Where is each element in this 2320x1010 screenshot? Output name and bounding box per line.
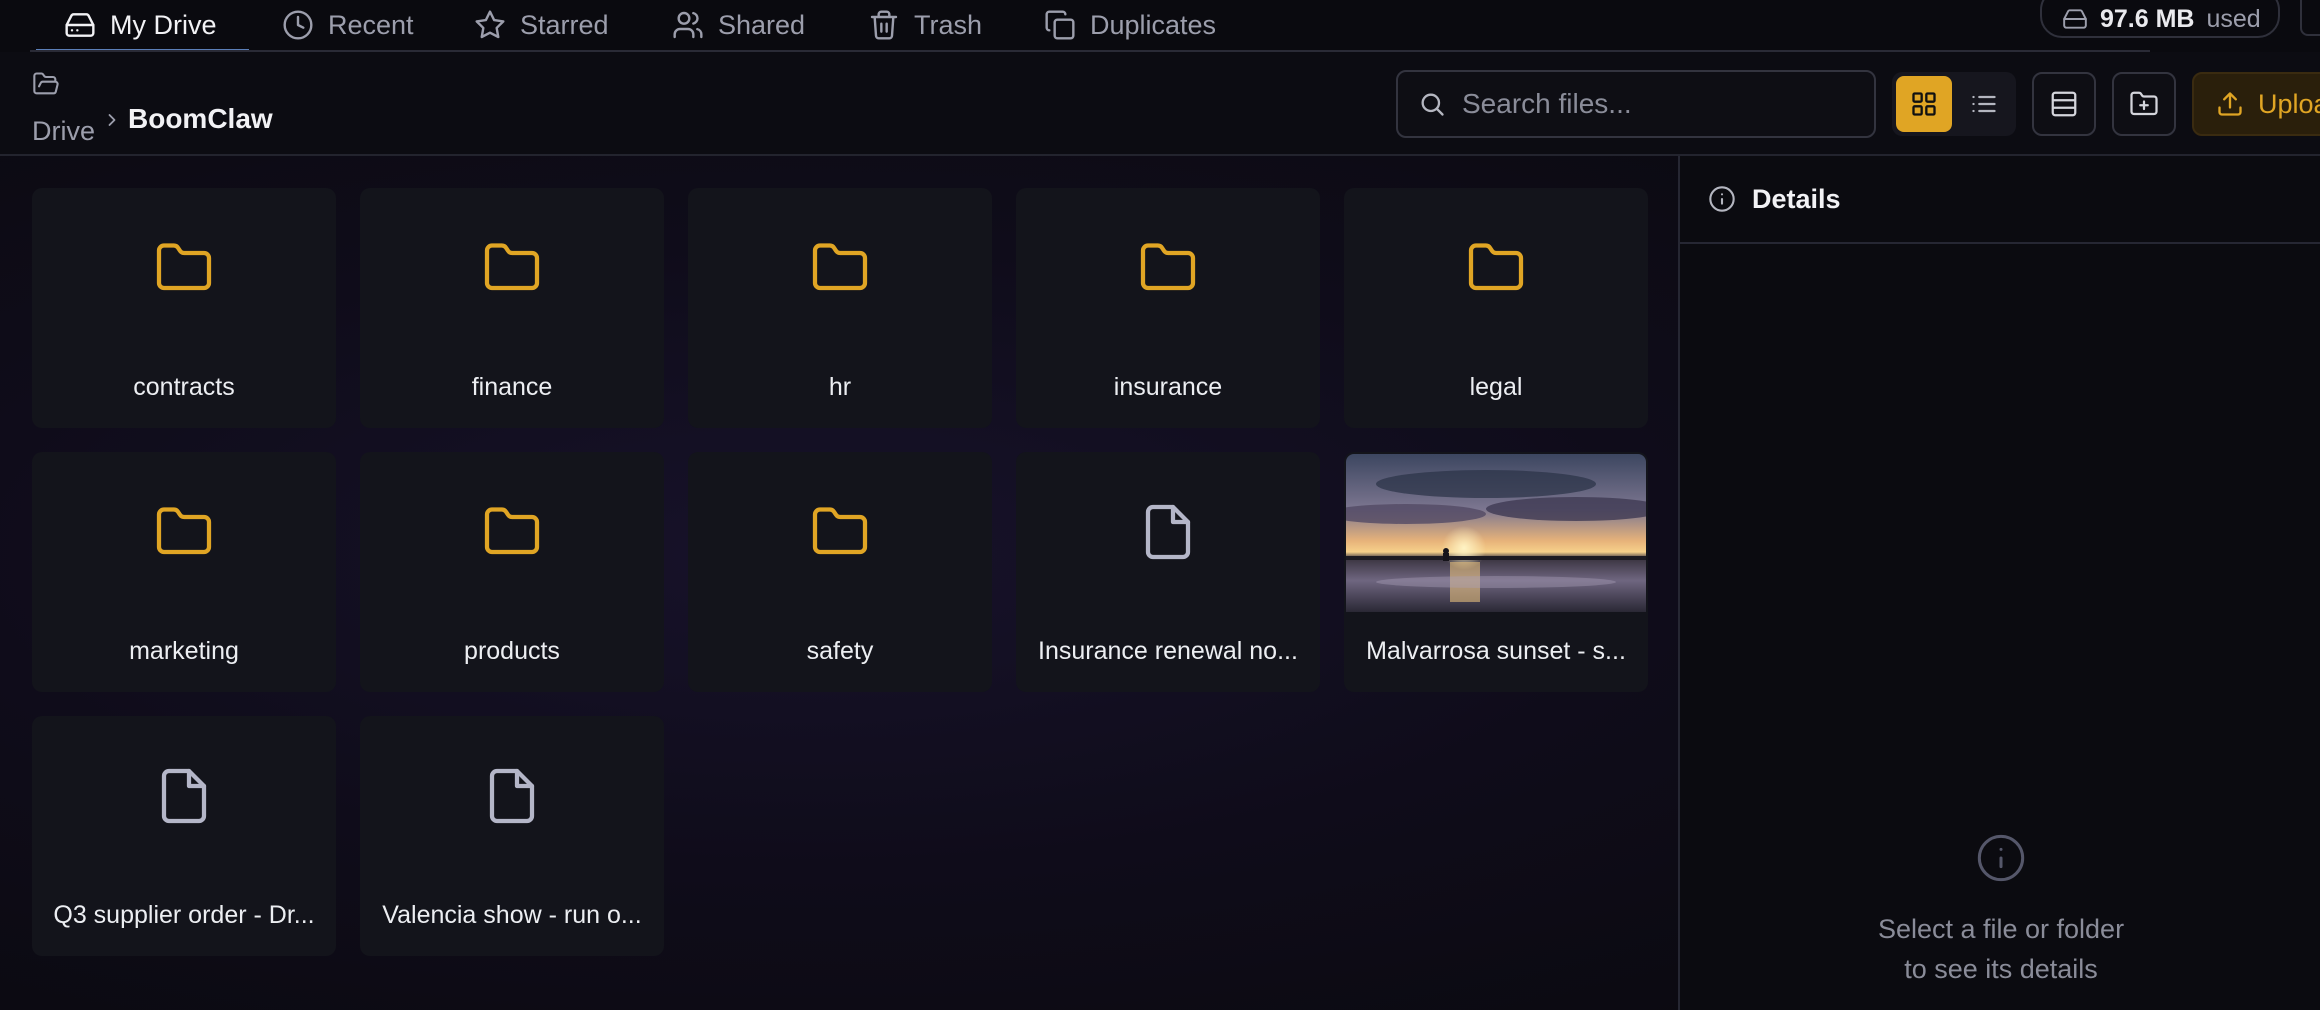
folder-icon: [484, 243, 540, 291]
copy-icon: [1045, 10, 1075, 40]
folder-card[interactable]: products: [360, 452, 664, 692]
star-icon: [475, 10, 505, 39]
folder-icon: [812, 243, 868, 291]
toggle-details-button[interactable]: [2032, 72, 2096, 136]
breadcrumb-current: BoomClaw: [128, 103, 273, 134]
item-name: Q3 supplier order - Dr...: [53, 901, 315, 929]
file-card[interactable]: Malvarrosa sunset - s...: [1344, 452, 1648, 692]
empty-message-line-1: Select a file or folder: [1877, 914, 2125, 944]
tab-label: Trash: [914, 9, 983, 40]
folder-icon: [484, 507, 540, 555]
details-title: Details: [1752, 183, 1841, 214]
folder-open-icon: [33, 72, 59, 95]
file-icon: [1145, 504, 1191, 560]
item-name: Insurance renewal no...: [1038, 637, 1298, 665]
file-card[interactable]: Insurance renewal no...: [1016, 452, 1320, 692]
info-icon: [1977, 834, 2025, 882]
upload-button[interactable]: Upload: [2192, 72, 2320, 136]
tab-trash[interactable]: Trash: [868, 0, 982, 50]
breadcrumb-drive-link[interactable]: Drive: [32, 116, 95, 147]
account-button[interactable]: [2300, 0, 2320, 36]
hard-drive-icon: [65, 13, 95, 37]
item-name: products: [464, 637, 560, 665]
upload-label: Upload: [2258, 88, 2320, 119]
trash-icon: [870, 10, 898, 40]
folder-card[interactable]: finance: [360, 188, 664, 428]
folder-icon: [156, 243, 212, 291]
folder-icon: [156, 507, 212, 555]
item-name: Malvarrosa sunset - s...: [1366, 637, 1626, 665]
folder-icon: [1140, 243, 1196, 291]
details-panel: Details Select a file or folder to see i…: [1678, 156, 2320, 1010]
item-name: insurance: [1113, 373, 1223, 401]
folder-card[interactable]: insurance: [1016, 188, 1320, 428]
file-card[interactable]: Q3 supplier order - Dr...: [32, 716, 336, 956]
tab-duplicates[interactable]: Duplicates: [1044, 0, 1216, 50]
clock-icon: [283, 10, 313, 40]
folder-card[interactable]: marketing: [32, 452, 336, 692]
storage-usage-badge[interactable]: 97.6 MB used: [2040, 0, 2280, 38]
empty-message-line-2: to see its details: [1904, 954, 2098, 984]
item-name: legal: [1469, 373, 1523, 401]
hard-drive-icon: [2063, 9, 2087, 29]
item-name: safety: [806, 637, 874, 665]
top-nav: My Drive Recent Starred Shared Trash Dup…: [0, 0, 2320, 52]
list-icon: [1972, 95, 1996, 113]
details-empty-state: Select a file or folder to see its detai…: [1680, 832, 2320, 989]
search-icon: [1421, 93, 1444, 116]
item-name: contracts: [133, 373, 235, 401]
tab-shared[interactable]: Shared: [672, 0, 805, 50]
tab-recent[interactable]: Recent: [282, 0, 414, 50]
search-input[interactable]: [1462, 88, 1862, 120]
folder-card[interactable]: contracts: [32, 188, 336, 428]
tab-label: Recent: [328, 9, 414, 40]
tab-label: Starred: [520, 9, 609, 40]
chevron-right-icon: [108, 114, 116, 126]
tab-label: My Drive: [110, 9, 217, 40]
file-icon: [161, 768, 207, 824]
view-mode-toggle: [1892, 72, 2016, 136]
users-icon: [673, 11, 703, 39]
panel-icon: [2051, 91, 2077, 117]
search-box[interactable]: [1396, 70, 1876, 138]
file-icon: [489, 768, 535, 824]
drive-app: My Drive Recent Starred Shared Trash Dup…: [0, 0, 2320, 1010]
details-header: Details: [1680, 156, 2320, 244]
item-name: marketing: [129, 637, 239, 665]
storage-value: 97.6 MB: [2100, 4, 2195, 33]
tab-starred[interactable]: Starred: [474, 0, 609, 50]
list-view-button[interactable]: [1956, 76, 2012, 132]
item-name: finance: [471, 373, 553, 401]
upload-icon: [2218, 92, 2242, 116]
info-icon: [1709, 186, 1735, 212]
folder-card[interactable]: hr: [688, 188, 992, 428]
folder-icon: [1468, 243, 1524, 291]
storage-suffix: used: [2206, 4, 2261, 33]
grid-view-button[interactable]: [1896, 76, 1952, 132]
toolbar: Drive BoomClaw Upload: [0, 52, 2320, 156]
file-grid: contracts finance hr insurance legal marketin…: [32, 188, 1652, 956]
item-name: hr: [828, 373, 852, 401]
new-folder-button[interactable]: [2112, 72, 2176, 136]
file-card[interactable]: Valencia show - run o...: [360, 716, 664, 956]
grid-icon: [1912, 92, 1936, 116]
folder-card[interactable]: legal: [1344, 188, 1648, 428]
folder-icon: [812, 507, 868, 555]
tab-my-drive[interactable]: My Drive: [36, 0, 249, 52]
image-thumbnail: [1346, 454, 1646, 612]
folder-plus-icon: [2130, 91, 2158, 116]
item-name: Valencia show - run o...: [382, 901, 642, 929]
folder-card[interactable]: safety: [688, 452, 992, 692]
tab-label: Shared: [718, 9, 806, 40]
tab-label: Duplicates: [1090, 9, 1217, 40]
